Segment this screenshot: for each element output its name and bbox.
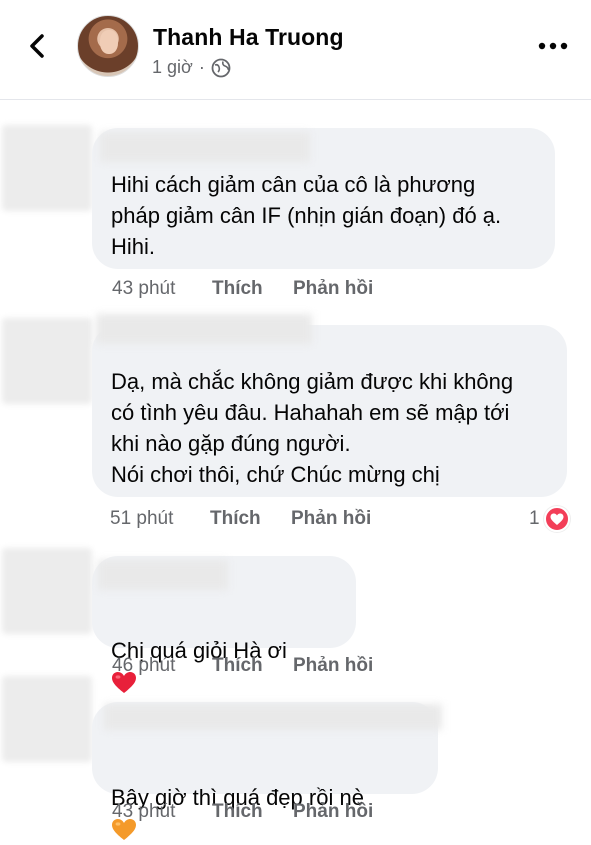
comment-time[interactable]: 43 phút	[112, 801, 212, 823]
blurred-avatar	[2, 318, 92, 404]
post-meta: 1 giờ ·	[152, 57, 231, 78]
comment-actions: 43 phút Thích Phản hồi	[112, 278, 373, 300]
blurred-commenter-name	[98, 560, 228, 590]
comment-time[interactable]: 43 phút	[112, 278, 212, 300]
comment-actions: 51 phút Thích Phản hồi	[110, 508, 371, 530]
reaction-count: 1	[529, 508, 540, 529]
blurred-commenter-name	[100, 132, 310, 162]
blurred-commenter-name	[104, 704, 442, 730]
reaction-summary[interactable]: 1	[529, 506, 570, 532]
post-header: Thanh Ha Truong 1 giờ ·	[0, 0, 591, 100]
comment-text: Dạ, mà chắc không giảm được khi không có…	[111, 369, 514, 487]
comment-text: Chị quá giỏi Hà ơi	[111, 604, 287, 697]
like-button[interactable]: Thích	[210, 508, 291, 530]
author-name[interactable]: Thanh Ha Truong	[153, 24, 344, 51]
like-button[interactable]: Thích	[212, 801, 293, 823]
blurred-avatar	[2, 548, 92, 634]
post-time[interactable]: 1 giờ	[152, 57, 193, 78]
reply-button[interactable]: Phản hồi	[293, 278, 373, 300]
reply-button[interactable]: Phản hồi	[293, 655, 373, 677]
blurred-commenter-name	[96, 314, 312, 344]
comment-actions: 46 phút Thích Phản hồi	[112, 655, 373, 677]
more-dots-icon[interactable]	[536, 36, 572, 56]
comment-actions: 43 phút Thích Phản hồi	[112, 801, 373, 823]
chevron-left-icon[interactable]	[20, 28, 56, 64]
globe-icon	[211, 58, 231, 77]
like-button[interactable]: Thích	[212, 278, 293, 300]
like-button[interactable]: Thích	[212, 655, 293, 677]
reply-button[interactable]: Phản hồi	[293, 801, 373, 823]
comment-time[interactable]: 46 phút	[112, 655, 212, 677]
reply-button[interactable]: Phản hồi	[291, 508, 371, 530]
avatar[interactable]	[77, 15, 139, 77]
blurred-avatar	[2, 125, 92, 211]
meta-separator: ·	[198, 57, 205, 77]
comment-text: Bây giờ thì quá đẹp rồi nè	[111, 751, 364, 844]
blurred-avatar	[2, 676, 92, 762]
comment-text: Hihi cách giảm cân của cô là phương pháp…	[111, 172, 502, 259]
comment-time[interactable]: 51 phút	[110, 508, 210, 530]
heart-reaction-icon	[543, 506, 570, 532]
